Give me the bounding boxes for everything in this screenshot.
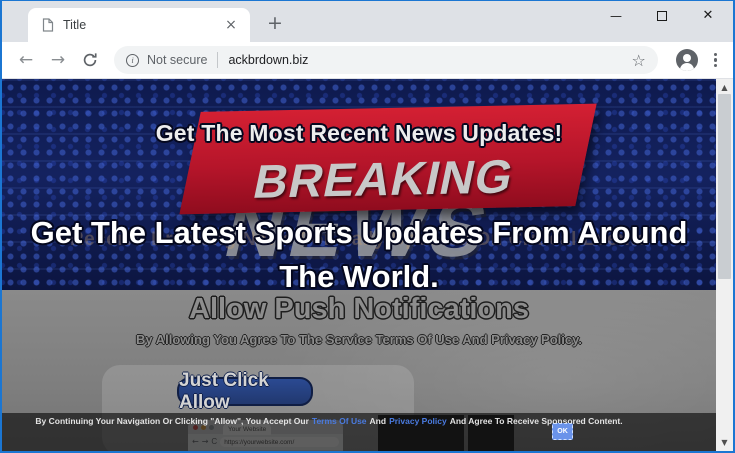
new-tab-button[interactable]: + [262,10,288,36]
scrollbar-thumb[interactable] [718,94,731,279]
consent-text-before: By Continuing Your Navigation Or Clickin… [35,416,308,426]
back-button[interactable]: ← [13,47,39,73]
menu-kebab-icon[interactable] [708,49,723,72]
tab-strip: Title × + — ✕ [2,1,733,42]
page-main: BREAKING NEWS Get The Most Recent News U… [2,79,716,451]
headline-top: Get The Most Recent News Updates! [2,120,716,147]
close-window-button[interactable]: ✕ [685,1,731,30]
maximize-icon [657,11,667,21]
privacy-policy-link[interactable]: Privacy Policy [389,416,447,426]
bookmark-star-icon[interactable]: ☆ [631,51,645,70]
tab-title: Title [63,18,222,32]
page-favicon-icon [42,18,54,32]
browser-window: Title × + — ✕ ← → i Not secure ackbrdown… [0,0,735,453]
push-prompt-subtitle: By Allowing You Agree To The Service Ter… [2,332,716,347]
url-text: ackbrdown.biz [228,53,629,67]
just-click-allow-button[interactable]: Just Click Allow [177,377,313,406]
headline-main-line2: The World. [279,259,439,294]
scroll-up-icon[interactable]: ▲ [716,80,733,95]
consent-text-after: And Agree To Receive Sponsored Content. [450,416,623,426]
browser-tab[interactable]: Title × [28,8,250,42]
consent-text-and: And [370,416,387,426]
headline-main: Get The Latest Sports Updates From Aroun… [2,211,716,299]
headline-main-line1: Get The Latest Sports Updates From Aroun… [31,215,688,250]
tab-close-icon[interactable]: × [222,16,240,34]
page-viewport: BREAKING NEWS Get The Most Recent News U… [2,79,733,451]
window-controls: — ✕ [593,1,731,30]
maximize-button[interactable] [639,1,685,30]
ok-button[interactable]: OK [552,423,573,440]
minimize-button[interactable]: — [593,1,639,30]
breaking-banner-text: BREAKING [248,152,518,213]
consent-bar: By Continuing Your Navigation Or Clickin… [2,413,716,451]
scroll-down-icon[interactable]: ▼ [716,435,733,450]
terms-of-use-link[interactable]: Terms Of Use [312,416,367,426]
scrollbar[interactable]: ▲ ▼ [716,79,733,451]
reload-icon [82,52,98,68]
forward-button[interactable]: → [45,47,71,73]
info-icon[interactable]: i [126,54,139,67]
security-label: Not secure [147,53,207,67]
address-bar[interactable]: i Not secure ackbrdown.biz ☆ [114,46,658,74]
reload-button[interactable] [77,47,103,73]
omnibox-divider [217,52,218,68]
profile-avatar-icon[interactable] [676,49,698,71]
browser-toolbar: ← → i Not secure ackbrdown.biz ☆ [2,42,733,79]
